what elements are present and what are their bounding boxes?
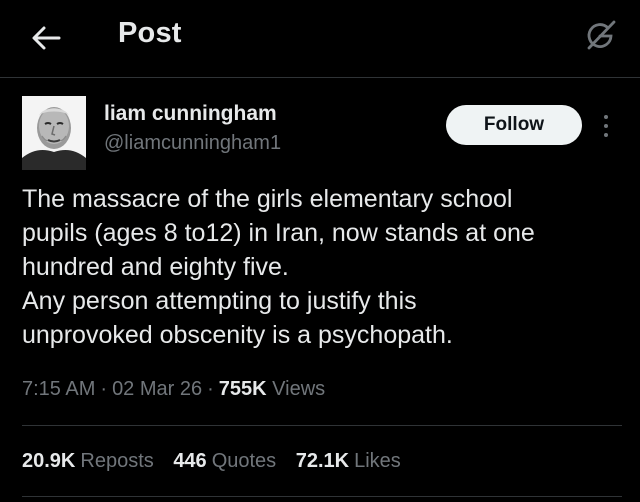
quotes-label: Quotes bbox=[211, 450, 277, 472]
arrow-left-icon bbox=[32, 26, 61, 50]
author-handle[interactable]: @liamcunningham1 bbox=[104, 132, 281, 155]
author-row: liam cunningham @liamcunningham1 Follow bbox=[22, 96, 622, 172]
reposts-stat[interactable]: 20.9K Reposts bbox=[22, 450, 154, 473]
top-bar: Post bbox=[0, 0, 640, 78]
tweet-meta: 7:15 AM · 02 Mar 26 · 755K Views bbox=[22, 378, 325, 401]
grok-button[interactable] bbox=[580, 16, 620, 56]
more-vertical-icon-dot bbox=[604, 133, 608, 137]
reposts-label: Reposts bbox=[80, 450, 154, 472]
tweet-line: pupils (ages 8 to12) in Iran, now stands… bbox=[22, 219, 535, 247]
grok-icon bbox=[587, 20, 616, 50]
tweet-line: hundred and eighty five. bbox=[22, 253, 289, 281]
avatar-photo bbox=[22, 96, 86, 170]
likes-label: Likes bbox=[354, 450, 401, 472]
meta-separator: · bbox=[207, 378, 214, 400]
views-count: 755K bbox=[218, 378, 267, 400]
post-date[interactable]: 02 Mar 26 bbox=[112, 378, 202, 400]
follow-button[interactable]: Follow bbox=[446, 105, 582, 145]
quotes-stat[interactable]: 446 Quotes bbox=[173, 450, 276, 473]
divider bbox=[22, 425, 622, 426]
more-options-button[interactable] bbox=[594, 108, 618, 144]
likes-count: 72.1K bbox=[295, 450, 350, 472]
tweet-text: The massacre of the girls elementary sch… bbox=[22, 182, 622, 352]
tweet-line: Any person attempting to justify this bbox=[22, 287, 417, 315]
back-button[interactable] bbox=[26, 20, 66, 56]
views-label: Views bbox=[272, 378, 326, 400]
engagement-stats: 20.9K Reposts 446 Quotes 72.1K Likes bbox=[22, 450, 415, 473]
tweet-line: unprovoked obscenity is a psychopath. bbox=[22, 321, 453, 349]
more-vertical-icon-dot bbox=[604, 124, 608, 128]
reposts-count: 20.9K bbox=[22, 450, 76, 472]
divider bbox=[22, 496, 622, 497]
tweet-line: The massacre of the girls elementary sch… bbox=[22, 185, 513, 213]
author-display-name[interactable]: liam cunningham bbox=[104, 102, 277, 126]
avatar[interactable] bbox=[22, 96, 86, 170]
more-vertical-icon-dot bbox=[604, 115, 608, 119]
post-time[interactable]: 7:15 AM bbox=[22, 378, 95, 400]
likes-stat[interactable]: 72.1K Likes bbox=[296, 450, 401, 473]
quotes-count: 446 bbox=[173, 450, 207, 472]
meta-separator: · bbox=[100, 378, 108, 400]
page-title: Post bbox=[118, 17, 182, 49]
